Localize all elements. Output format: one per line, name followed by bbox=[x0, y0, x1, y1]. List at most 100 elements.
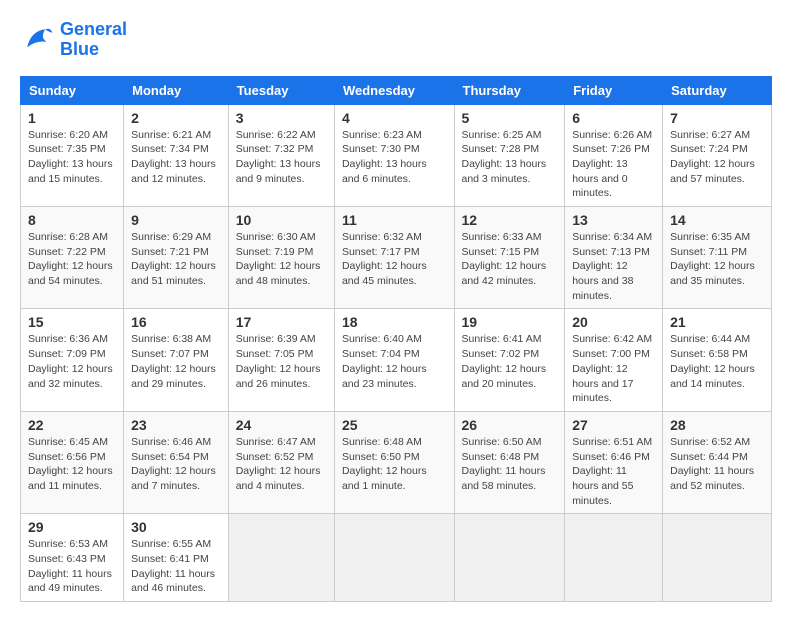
day-number: 14 bbox=[670, 212, 764, 228]
calendar-cell: 26Sunrise: 6:50 AM Sunset: 6:48 PM Dayli… bbox=[454, 411, 565, 513]
day-info: Sunrise: 6:32 AM Sunset: 7:17 PM Dayligh… bbox=[342, 230, 447, 289]
day-info: Sunrise: 6:44 AM Sunset: 6:58 PM Dayligh… bbox=[670, 332, 764, 391]
logo-text: General Blue bbox=[60, 20, 127, 60]
calendar-header-row: SundayMondayTuesdayWednesdayThursdayFrid… bbox=[21, 76, 772, 104]
day-info: Sunrise: 6:33 AM Sunset: 7:15 PM Dayligh… bbox=[462, 230, 558, 289]
day-number: 12 bbox=[462, 212, 558, 228]
day-number: 11 bbox=[342, 212, 447, 228]
calendar-cell: 10 Sunrise: 6:30 AM Sunset: 7:19 PM Dayli… bbox=[228, 207, 334, 309]
calendar-cell: 11 Sunrise: 6:32 AM Sunset: 7:17 PM Dayli… bbox=[334, 207, 454, 309]
day-number: 16 bbox=[131, 314, 221, 330]
calendar-cell: 2 Sunrise: 6:21 AM Sunset: 7:34 PM Daylig… bbox=[124, 104, 229, 206]
column-header-saturday: Saturday bbox=[663, 76, 772, 104]
day-info: Sunrise: 6:36 AM Sunset: 7:09 PM Dayligh… bbox=[28, 332, 116, 391]
calendar-cell: 18 Sunrise: 6:40 AM Sunset: 7:04 PM Dayli… bbox=[334, 309, 454, 411]
calendar-week-row: 1 Sunrise: 6:20 AM Sunset: 7:35 PM Daylig… bbox=[21, 104, 772, 206]
day-info: Sunrise: 6:22 AM Sunset: 7:32 PM Dayligh… bbox=[236, 128, 327, 187]
calendar-cell: 23 Sunrise: 6:46 AM Sunset: 6:54 PM Dayli… bbox=[124, 411, 229, 513]
day-info: Sunrise: 6:38 AM Sunset: 7:07 PM Dayligh… bbox=[131, 332, 221, 391]
day-info: Sunrise: 6:20 AM Sunset: 7:35 PM Dayligh… bbox=[28, 128, 116, 187]
day-number: 5 bbox=[462, 110, 558, 126]
day-info: Sunrise: 6:30 AM Sunset: 7:19 PM Dayligh… bbox=[236, 230, 327, 289]
calendar-week-row: 8 Sunrise: 6:28 AM Sunset: 7:22 PM Daylig… bbox=[21, 207, 772, 309]
logo-icon bbox=[20, 22, 56, 58]
column-header-friday: Friday bbox=[565, 76, 663, 104]
calendar-cell: 24Sunrise: 6:47 AM Sunset: 6:52 PM Dayli… bbox=[228, 411, 334, 513]
day-info: Sunrise: 6:26 AM Sunset: 7:26 PM Dayligh… bbox=[572, 128, 655, 201]
column-header-tuesday: Tuesday bbox=[228, 76, 334, 104]
calendar-cell bbox=[228, 514, 334, 602]
day-number: 6 bbox=[572, 110, 655, 126]
calendar-cell: 15 Sunrise: 6:36 AM Sunset: 7:09 PM Dayli… bbox=[21, 309, 124, 411]
day-number: 1 bbox=[28, 110, 116, 126]
day-info: Sunrise: 6:21 AM Sunset: 7:34 PM Dayligh… bbox=[131, 128, 221, 187]
calendar-cell bbox=[334, 514, 454, 602]
day-info: Sunrise: 6:25 AM Sunset: 7:28 PM Dayligh… bbox=[462, 128, 558, 187]
calendar-cell: 1 Sunrise: 6:20 AM Sunset: 7:35 PM Daylig… bbox=[21, 104, 124, 206]
day-number: 30 bbox=[131, 519, 221, 535]
day-info: Sunrise: 6:53 AM Sunset: 6:43 PM Dayligh… bbox=[28, 537, 116, 596]
calendar-table: SundayMondayTuesdayWednesdayThursdayFrid… bbox=[20, 76, 772, 603]
day-info: Sunrise: 6:46 AM Sunset: 6:54 PM Dayligh… bbox=[131, 435, 221, 494]
calendar-cell bbox=[565, 514, 663, 602]
calendar-cell: 7 Sunrise: 6:27 AM Sunset: 7:24 PM Daylig… bbox=[663, 104, 772, 206]
day-info: Sunrise: 6:40 AM Sunset: 7:04 PM Dayligh… bbox=[342, 332, 447, 391]
calendar-week-row: 29 Sunrise: 6:53 AM Sunset: 6:43 PM Dayli… bbox=[21, 514, 772, 602]
calendar-cell: 28Sunrise: 6:52 AM Sunset: 6:44 PM Dayli… bbox=[663, 411, 772, 513]
calendar-cell: 29 Sunrise: 6:53 AM Sunset: 6:43 PM Dayli… bbox=[21, 514, 124, 602]
column-header-monday: Monday bbox=[124, 76, 229, 104]
day-number: 19 bbox=[462, 314, 558, 330]
day-info: Sunrise: 6:34 AM Sunset: 7:13 PM Dayligh… bbox=[572, 230, 655, 303]
day-number: 18 bbox=[342, 314, 447, 330]
day-info: Sunrise: 6:42 AM Sunset: 7:00 PM Dayligh… bbox=[572, 332, 655, 405]
day-number: 27 bbox=[572, 417, 655, 433]
calendar-cell: 3Sunrise: 6:22 AM Sunset: 7:32 PM Daylig… bbox=[228, 104, 334, 206]
day-info: Sunrise: 6:51 AM Sunset: 6:46 PM Dayligh… bbox=[572, 435, 655, 508]
day-info: Sunrise: 6:23 AM Sunset: 7:30 PM Dayligh… bbox=[342, 128, 447, 187]
calendar-week-row: 22 Sunrise: 6:45 AM Sunset: 6:56 PM Dayli… bbox=[21, 411, 772, 513]
day-number: 8 bbox=[28, 212, 116, 228]
calendar-cell: 17 Sunrise: 6:39 AM Sunset: 7:05 PM Dayli… bbox=[228, 309, 334, 411]
day-info: Sunrise: 6:35 AM Sunset: 7:11 PM Dayligh… bbox=[670, 230, 764, 289]
calendar-cell: 9 Sunrise: 6:29 AM Sunset: 7:21 PM Daylig… bbox=[124, 207, 229, 309]
day-number: 7 bbox=[670, 110, 764, 126]
logo: General Blue bbox=[20, 20, 127, 60]
calendar-cell bbox=[663, 514, 772, 602]
calendar-cell: 22 Sunrise: 6:45 AM Sunset: 6:56 PM Dayli… bbox=[21, 411, 124, 513]
day-info: Sunrise: 6:48 AM Sunset: 6:50 PM Dayligh… bbox=[342, 435, 447, 494]
calendar-cell bbox=[454, 514, 565, 602]
day-number: 26 bbox=[462, 417, 558, 433]
day-number: 23 bbox=[131, 417, 221, 433]
column-header-sunday: Sunday bbox=[21, 76, 124, 104]
calendar-cell: 16 Sunrise: 6:38 AM Sunset: 7:07 PM Dayli… bbox=[124, 309, 229, 411]
day-info: Sunrise: 6:55 AM Sunset: 6:41 PM Dayligh… bbox=[131, 537, 221, 596]
calendar-cell: 8 Sunrise: 6:28 AM Sunset: 7:22 PM Daylig… bbox=[21, 207, 124, 309]
day-info: Sunrise: 6:41 AM Sunset: 7:02 PM Dayligh… bbox=[462, 332, 558, 391]
day-info: Sunrise: 6:39 AM Sunset: 7:05 PM Dayligh… bbox=[236, 332, 327, 391]
day-number: 22 bbox=[28, 417, 116, 433]
day-info: Sunrise: 6:27 AM Sunset: 7:24 PM Dayligh… bbox=[670, 128, 764, 187]
day-number: 10 bbox=[236, 212, 327, 228]
day-number: 20 bbox=[572, 314, 655, 330]
day-info: Sunrise: 6:45 AM Sunset: 6:56 PM Dayligh… bbox=[28, 435, 116, 494]
calendar-cell: 25 Sunrise: 6:48 AM Sunset: 6:50 PM Dayli… bbox=[334, 411, 454, 513]
calendar-week-row: 15 Sunrise: 6:36 AM Sunset: 7:09 PM Dayli… bbox=[21, 309, 772, 411]
page-header: General Blue bbox=[20, 20, 772, 60]
column-header-wednesday: Wednesday bbox=[334, 76, 454, 104]
day-info: Sunrise: 6:29 AM Sunset: 7:21 PM Dayligh… bbox=[131, 230, 221, 289]
day-number: 9 bbox=[131, 212, 221, 228]
day-info: Sunrise: 6:28 AM Sunset: 7:22 PM Dayligh… bbox=[28, 230, 116, 289]
day-number: 28 bbox=[670, 417, 764, 433]
day-number: 25 bbox=[342, 417, 447, 433]
day-number: 15 bbox=[28, 314, 116, 330]
day-number: 17 bbox=[236, 314, 327, 330]
day-number: 2 bbox=[131, 110, 221, 126]
calendar-cell: 27 Sunrise: 6:51 AM Sunset: 6:46 PM Dayli… bbox=[565, 411, 663, 513]
day-number: 29 bbox=[28, 519, 116, 535]
calendar-cell: 12 Sunrise: 6:33 AM Sunset: 7:15 PM Dayli… bbox=[454, 207, 565, 309]
calendar-cell: 6 Sunrise: 6:26 AM Sunset: 7:26 PM Daylig… bbox=[565, 104, 663, 206]
calendar-cell: 21Sunrise: 6:44 AM Sunset: 6:58 PM Dayli… bbox=[663, 309, 772, 411]
calendar-cell: 19 Sunrise: 6:41 AM Sunset: 7:02 PM Dayli… bbox=[454, 309, 565, 411]
calendar-cell: 20 Sunrise: 6:42 AM Sunset: 7:00 PM Dayli… bbox=[565, 309, 663, 411]
calendar-cell: 14 Sunrise: 6:35 AM Sunset: 7:11 PM Dayli… bbox=[663, 207, 772, 309]
